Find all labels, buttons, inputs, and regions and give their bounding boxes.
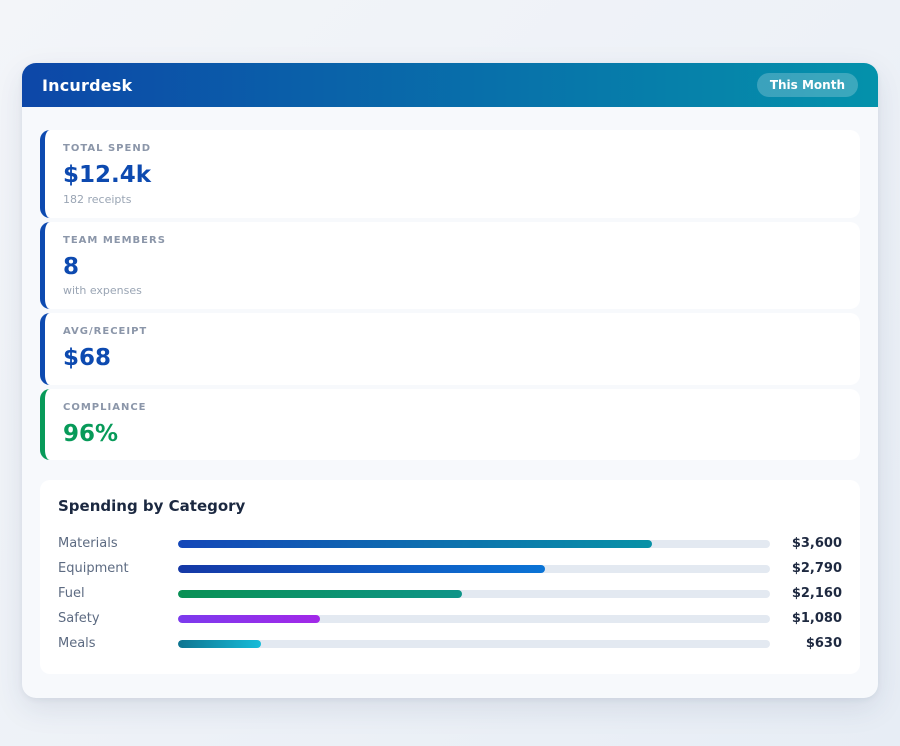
bar-fill (178, 539, 652, 548)
app-title: Incurdesk (42, 75, 133, 95)
category-value: $1,080 (791, 611, 842, 627)
category-label: Safety (58, 611, 100, 627)
bar-track (178, 639, 770, 648)
category-label: Fuel (58, 586, 85, 602)
panel-title: Spending by Category (58, 497, 246, 516)
stat-subtext: with expenses (63, 284, 142, 298)
stat-label: COMPLIANCE (63, 401, 147, 413)
bar-track (178, 589, 770, 598)
stat-card: AVG/RECEIPT $68 (40, 313, 860, 385)
category-label: Materials (58, 536, 118, 552)
category-value: $3,600 (791, 536, 842, 552)
page-background: Incurdesk This Month TOTAL SPEND $12.4k 18… (0, 0, 900, 699)
stat-value: $12.4k (63, 162, 152, 188)
category-value: $2,160 (791, 586, 842, 602)
stat-label: TEAM MEMBERS (63, 234, 166, 246)
bar-track (178, 614, 770, 623)
stat-subtext: 182 receipts (63, 192, 132, 206)
spending-panel: Spending by Category Materials $3,600 Equi… (40, 480, 860, 675)
category-label: Equipment (58, 561, 129, 577)
category-bar-row: Equipment $2,790 (58, 556, 842, 581)
bar-track (178, 539, 770, 548)
category-bar-list: Materials $3,600 Equipment $2,790 Fuel $2,160… (58, 531, 842, 656)
stat-label: TOTAL SPEND (63, 143, 151, 154)
stat-card: COMPLIANCE 96% (40, 388, 860, 461)
period-badge[interactable]: This Month (756, 73, 858, 97)
bar-track (178, 564, 770, 573)
stats-list: TOTAL SPEND $12.4k 182 receipts TEAM MEMBER… (40, 130, 860, 461)
bar-fill (178, 564, 546, 573)
bar-fill (178, 614, 321, 623)
category-value: $2,790 (791, 561, 842, 577)
category-bar-row: Materials $3,600 (58, 531, 842, 556)
category-bar-row: Fuel $2,160 (58, 581, 842, 606)
bar-fill (178, 639, 261, 648)
app-header: Incurdesk This Month (22, 63, 878, 107)
category-label: Meals (58, 636, 96, 652)
stat-value: $68 (63, 345, 112, 372)
bar-fill (178, 589, 463, 598)
app-body: TOTAL SPEND $12.4k 182 receipts TEAM MEMBER… (22, 107, 878, 698)
stat-card: TEAM MEMBERS 8 with expenses (40, 221, 860, 310)
stat-value: 8 (63, 253, 80, 280)
stat-value: 96% (63, 420, 119, 447)
category-bar-row: Meals $630 (58, 631, 842, 656)
category-bar-row: Safety $1,080 (58, 606, 842, 631)
stat-card: TOTAL SPEND $12.4k 182 receipts (40, 130, 860, 218)
stat-label: AVG/RECEIPT (63, 326, 148, 338)
category-value: $630 (805, 636, 842, 652)
incurdesk-panel: Incurdesk This Month TOTAL SPEND $12.4k 18… (22, 63, 878, 699)
